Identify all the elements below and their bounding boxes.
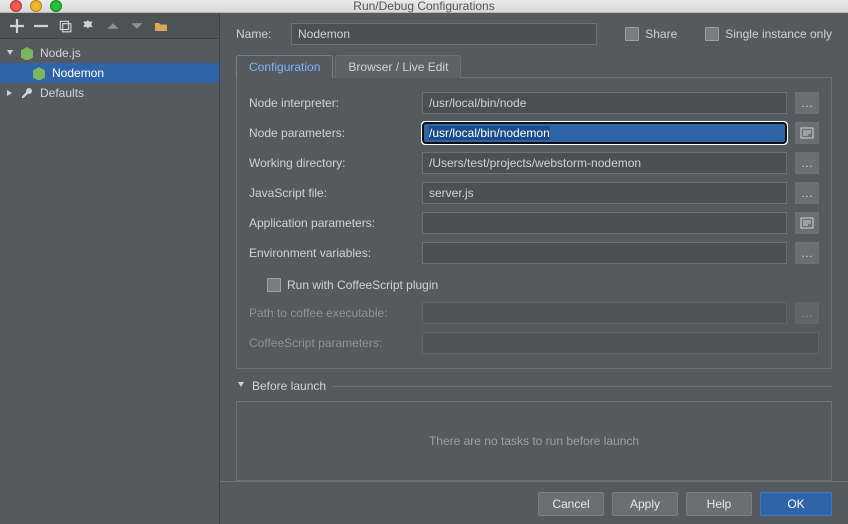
environment-variables-field[interactable] xyxy=(422,242,787,264)
coffee-params-field xyxy=(422,332,819,354)
tab-configuration[interactable]: Configuration xyxy=(236,55,333,78)
ok-button[interactable]: OK xyxy=(760,492,832,516)
disclosure-triangle-icon[interactable] xyxy=(4,47,16,59)
zoom-icon[interactable] xyxy=(50,0,62,12)
coffeescript-checkbox[interactable]: Run with CoffeeScript plugin xyxy=(267,278,438,292)
config-tree: Node.js Nodemon Defaults xyxy=(0,39,219,524)
coffee-path-label: Path to coffee executable: xyxy=(249,306,414,320)
close-icon[interactable] xyxy=(10,0,22,12)
javascript-file-label: JavaScript file: xyxy=(249,186,414,200)
before-launch-header[interactable]: Before launch xyxy=(236,379,832,393)
before-launch-title: Before launch xyxy=(252,379,326,393)
copy-icon[interactable] xyxy=(58,19,72,33)
disclosure-triangle-icon xyxy=(236,379,246,393)
wrench-icon xyxy=(20,86,34,100)
application-parameters-label: Application parameters: xyxy=(249,216,414,230)
disclosure-triangle-icon[interactable] xyxy=(4,87,16,99)
configuration-panel: Node interpreter: … Node parameters: Wor… xyxy=(236,77,832,369)
apply-button[interactable]: Apply xyxy=(612,492,678,516)
browse-button[interactable]: … xyxy=(795,152,819,174)
tree-node-nodejs[interactable]: Node.js xyxy=(0,43,219,63)
tree-node-label: Defaults xyxy=(38,86,84,100)
edit-env-button[interactable]: … xyxy=(795,242,819,264)
run-debug-config-window: Run/Debug Configurations Node.js xyxy=(0,0,848,524)
nodejs-icon xyxy=(20,46,34,60)
node-parameters-field[interactable] xyxy=(422,122,787,144)
coffee-path-field xyxy=(422,302,787,324)
working-directory-label: Working directory: xyxy=(249,156,414,170)
checkbox-icon xyxy=(267,278,281,292)
application-parameters-field[interactable] xyxy=(422,212,787,234)
environment-variables-label: Environment variables: xyxy=(249,246,414,260)
sidebar: Node.js Nodemon Defaults xyxy=(0,13,220,524)
node-parameters-label: Node parameters: xyxy=(249,126,414,140)
nodejs-icon xyxy=(32,66,46,80)
share-checkbox[interactable]: Share xyxy=(625,27,677,41)
single-instance-label: Single instance only xyxy=(725,27,832,41)
sidebar-toolbar xyxy=(0,13,219,39)
remove-icon[interactable] xyxy=(34,19,48,33)
folder-icon[interactable] xyxy=(154,19,168,33)
tree-node-label: Node.js xyxy=(38,46,81,60)
working-directory-field[interactable] xyxy=(422,152,787,174)
tab-bar: Configuration Browser / Live Edit xyxy=(220,53,848,77)
help-button[interactable]: Help xyxy=(686,492,752,516)
coffee-params-label: CoffeeScript parameters: xyxy=(249,336,414,350)
expand-icon[interactable] xyxy=(795,212,819,234)
checkbox-icon xyxy=(705,27,719,41)
window-title: Run/Debug Configurations xyxy=(0,0,848,13)
move-up-icon[interactable] xyxy=(106,19,120,33)
browse-button[interactable]: … xyxy=(795,92,819,114)
move-down-icon[interactable] xyxy=(130,19,144,33)
window-controls xyxy=(0,0,62,12)
javascript-file-field[interactable] xyxy=(422,182,787,204)
coffeescript-checkbox-label: Run with CoffeeScript plugin xyxy=(287,278,438,292)
browse-button[interactable]: … xyxy=(795,182,819,204)
browse-button[interactable]: … xyxy=(795,302,819,324)
checkbox-icon xyxy=(625,27,639,41)
cancel-button[interactable]: Cancel xyxy=(538,492,604,516)
before-launch-empty-text: There are no tasks to run before launch xyxy=(429,434,639,448)
single-instance-checkbox[interactable]: Single instance only xyxy=(705,27,832,41)
settings-icon[interactable] xyxy=(82,19,96,33)
node-interpreter-field[interactable] xyxy=(422,92,787,114)
add-icon[interactable] xyxy=(10,19,24,33)
minimize-icon[interactable] xyxy=(30,0,42,12)
before-launch-panel: There are no tasks to run before launch xyxy=(236,401,832,481)
name-label: Name: xyxy=(236,27,281,41)
tab-browser-live-edit[interactable]: Browser / Live Edit xyxy=(335,55,461,78)
tree-node-nodemon[interactable]: Nodemon xyxy=(0,63,219,83)
titlebar: Run/Debug Configurations xyxy=(0,0,848,13)
node-interpreter-label: Node interpreter: xyxy=(249,96,414,110)
expand-icon[interactable] xyxy=(795,122,819,144)
tree-node-defaults[interactable]: Defaults xyxy=(0,83,219,103)
share-label: Share xyxy=(645,27,677,41)
name-field[interactable] xyxy=(291,23,597,45)
tree-node-label: Nodemon xyxy=(50,66,104,80)
details-pane: Name: Share Single instance only Configu… xyxy=(220,13,848,524)
dialog-footer: Cancel Apply Help OK xyxy=(220,481,848,524)
